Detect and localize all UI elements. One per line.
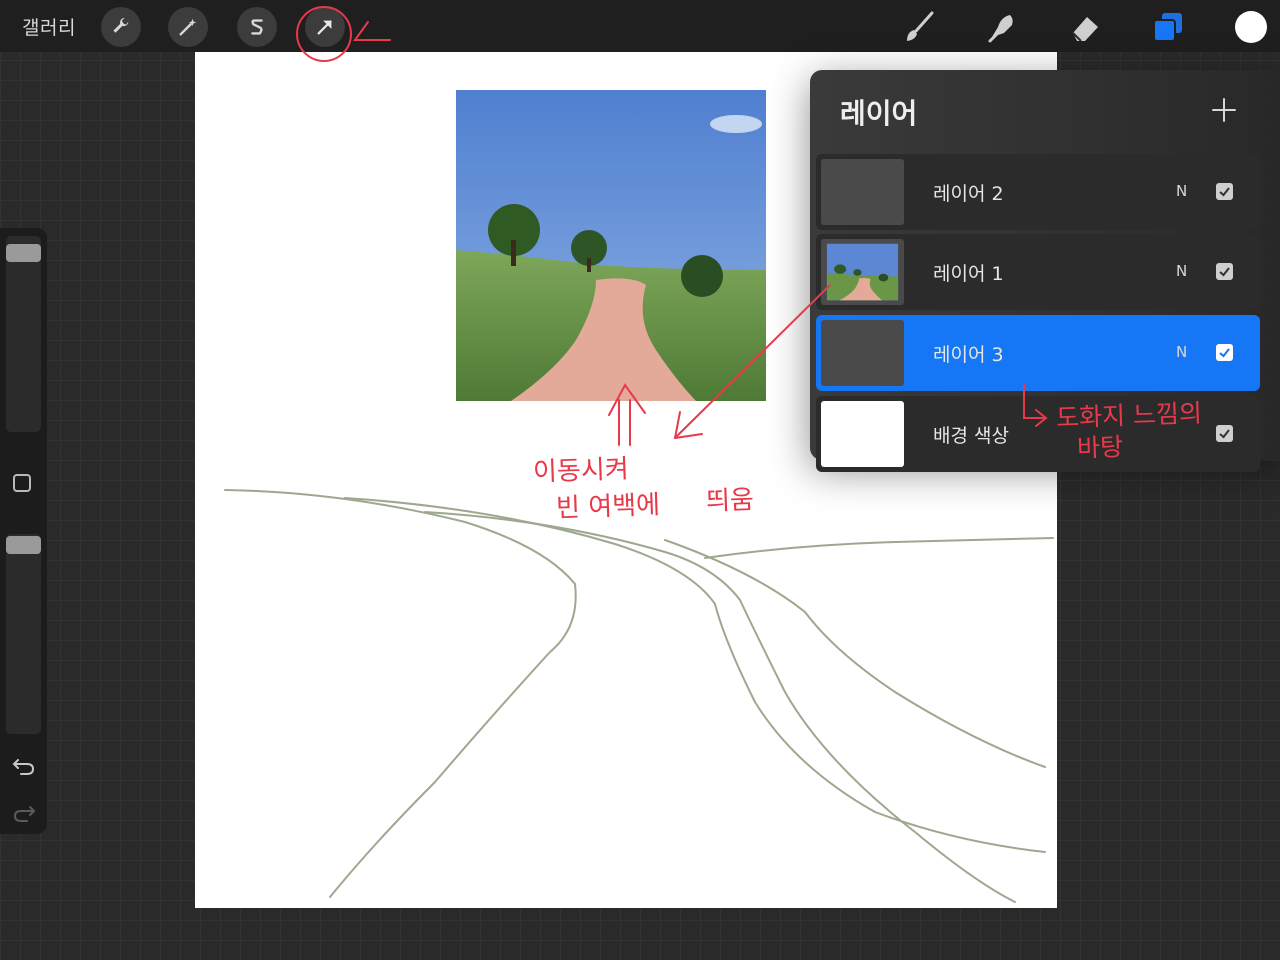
add-layer-icon[interactable] [1210,96,1238,124]
left-sidebar [0,228,47,834]
annotation-base: 바탕 [1076,432,1124,463]
visibility-checkbox[interactable] [1216,183,1233,200]
check-icon [1219,348,1230,358]
top-toolbar: 갤러리 [0,0,1280,52]
layer-thumbnail [821,401,904,467]
layer-thumbnail [821,320,904,386]
blend-mode-button[interactable]: N [1176,262,1187,280]
visibility-checkbox[interactable] [1216,344,1233,361]
undo-icon[interactable] [12,755,36,777]
selection-icon[interactable] [237,7,277,47]
gallery-button[interactable]: 갤러리 [22,13,76,40]
color-swatch[interactable] [1232,8,1270,46]
check-icon [1219,267,1230,277]
visibility-checkbox[interactable] [1216,425,1233,442]
layer-name: 레이어 2 [933,183,1004,205]
layers-panel-title: 레이어 [840,97,918,130]
brush-size-thumb[interactable] [6,244,41,262]
layer-name: 레이어 3 [933,344,1004,366]
move-arrow-icon[interactable] [305,7,345,47]
visibility-checkbox[interactable] [1216,263,1233,280]
layer-thumbnail [821,159,904,225]
layer-name: 레이어 1 [933,263,1004,285]
modify-button[interactable] [13,474,31,492]
layer-name: 배경 색상 [933,425,1009,447]
annotation-float: 띄움 [705,485,755,517]
magic-wand-icon[interactable] [168,7,208,47]
layer-thumbnail [821,239,904,305]
check-icon [1219,187,1230,197]
layers-icon[interactable] [1149,8,1187,46]
layer-row-2[interactable]: 레이어 2 N [816,154,1260,230]
check-icon [1219,429,1230,439]
annotation-empty-space: 빈 여백에 [555,490,661,524]
wrench-icon[interactable] [101,7,141,47]
opacity-thumb[interactable] [6,536,41,554]
smudge-icon[interactable] [983,8,1021,46]
layer-row-1[interactable]: 레이어 1 N [816,234,1260,310]
eraser-icon[interactable] [1066,8,1104,46]
brush-icon[interactable] [901,8,939,46]
reference-photo[interactable] [456,90,766,401]
redo-icon[interactable] [12,802,36,824]
blend-mode-button[interactable]: N [1176,343,1187,361]
layer-row-3[interactable]: 레이어 3 N [816,315,1260,391]
layers-panel: 레이어 레이어 2 N 레이어 1 N 레이어 3 N 배경 색상 [810,70,1280,472]
annotation-move: 이동시켜 [532,454,630,488]
blend-mode-button[interactable]: N [1176,182,1187,200]
opacity-slider[interactable] [6,534,41,734]
brush-size-slider[interactable] [6,236,41,432]
